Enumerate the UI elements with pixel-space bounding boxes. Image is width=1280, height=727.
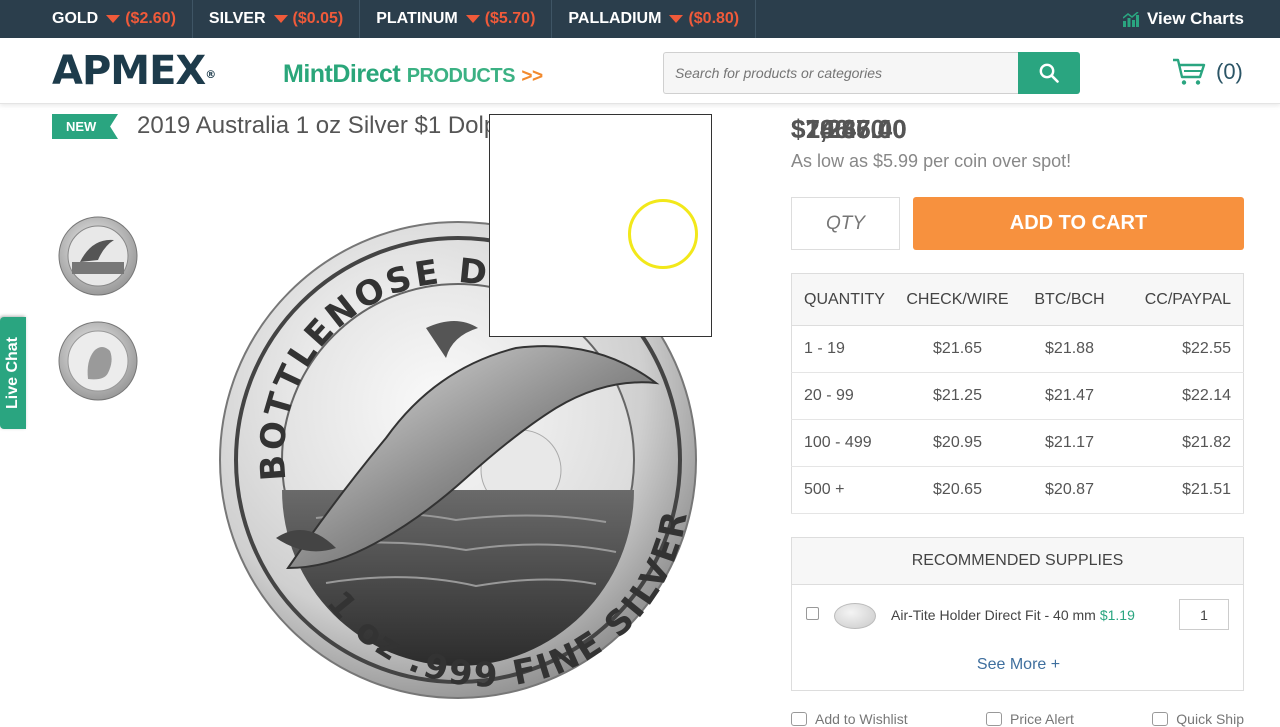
column-header: CC/PAYPAL <box>1123 273 1244 326</box>
cursor-highlight <box>628 199 698 269</box>
table-header-row: QUANTITY CHECK/WIRE BTC/BCH CC/PAYPAL <box>791 273 1244 326</box>
wishlist-label: Add to Wishlist <box>815 711 908 727</box>
mintdirect-label: MintDirect <box>283 60 401 88</box>
ticker-name: GOLD <box>52 10 99 27</box>
add-to-cart-button[interactable]: ADD TO CART <box>913 197 1244 250</box>
table-row: 500 + $20.65 $20.87 $21.51 <box>791 466 1244 514</box>
table-cell: 500 + <box>791 466 900 514</box>
ticker-name: PALLADIUM <box>568 10 662 27</box>
quick-ship-label: Quick Ship <box>1176 711 1244 727</box>
apmex-logo[interactable]: APMEX® <box>52 51 216 91</box>
supply-item: Air-Tite Holder Direct Fit - 40 mm $1.19 <box>792 585 1243 647</box>
supply-checkbox[interactable] <box>806 607 819 620</box>
bell-icon <box>986 712 1003 726</box>
supply-quantity-input[interactable] <box>1179 599 1229 630</box>
column-header: QUANTITY <box>791 273 900 326</box>
view-charts-link[interactable]: View Charts <box>1122 9 1244 29</box>
coin-obverse-thumbnail <box>58 321 138 401</box>
bar-chart-icon <box>1122 11 1139 27</box>
down-arrow-icon <box>465 15 480 23</box>
table-cell: $21.51 <box>1123 466 1244 514</box>
spot-price-ticker: GOLD $1,247.40 ($2.60) SILVER $14.66 ($0… <box>0 0 1280 144</box>
down-arrow-icon <box>669 15 684 23</box>
table-cell: $22.14 <box>1123 372 1244 420</box>
supply-item-price: $1.19 <box>1099 607 1135 623</box>
table-cell: $21.25 <box>899 372 1016 420</box>
supplies-heading: RECOMMENDED SUPPLIES <box>792 538 1243 585</box>
as-low-as-text: As low as $5.99 per coin over spot! <box>791 151 1072 171</box>
thumbnail-reverse[interactable] <box>58 216 138 296</box>
table-row: 100 - 499 $20.95 $21.17 $21.82 <box>791 419 1244 467</box>
double-chevron-icon: >> <box>521 66 543 87</box>
down-arrow-icon <box>106 15 121 23</box>
ticker-silver[interactable]: SILVER $14.66 ($0.05) <box>193 0 871 144</box>
add-to-wishlist-link[interactable]: Add to Wishlist <box>791 711 908 727</box>
product-price: $20.65 <box>791 114 871 144</box>
heart-icon <box>791 712 807 726</box>
coin-reverse-thumbnail <box>58 216 138 296</box>
ticker-name: PLATINUM <box>376 10 458 27</box>
cart-button[interactable]: (0) <box>1172 58 1243 86</box>
table-cell: $21.47 <box>1015 372 1124 420</box>
recommended-supplies-panel: RECOMMENDED SUPPLIES Air-Tite Holder Dir… <box>791 537 1244 691</box>
table-cell: 1 - 19 <box>791 325 900 373</box>
volume-pricing-table: QUANTITY CHECK/WIRE BTC/BCH CC/PAYPAL 1 … <box>791 273 1244 514</box>
search-icon <box>1039 63 1059 83</box>
product-actions: Add to Wishlist Price Alert Quick Ship <box>791 711 1244 727</box>
down-arrow-icon <box>273 15 288 23</box>
cart-icon <box>1173 58 1206 85</box>
quantity-input[interactable] <box>791 197 900 250</box>
ticker-change: ($0.80) <box>688 10 740 27</box>
table-row: 1 - 19 $21.65 $21.88 $22.55 <box>791 325 1244 373</box>
table-cell: $21.88 <box>1015 325 1124 373</box>
ticker-change: ($5.70) <box>484 10 536 27</box>
site-header: APMEX® MintDirect PRODUCTS >> (0) <box>0 38 1280 104</box>
ticker-change: ($0.05) <box>292 10 344 27</box>
logo-text: APMEX <box>52 48 206 94</box>
view-charts-label: View Charts <box>1146 9 1244 28</box>
see-more-link[interactable]: See More + <box>792 656 1245 674</box>
search-button[interactable] <box>1018 52 1080 94</box>
table-row: 20 - 99 $21.25 $21.47 $22.14 <box>791 372 1244 420</box>
table-cell: $20.87 <box>1015 466 1124 514</box>
price-alert-label: Price Alert <box>1010 711 1074 727</box>
ticker-gold[interactable]: GOLD $1,247.40 ($2.60) <box>0 0 907 144</box>
ticker-name: SILVER <box>208 10 266 27</box>
registered-mark: ® <box>205 68 216 81</box>
table-cell: 20 - 99 <box>791 372 900 420</box>
table-cell: $22.55 <box>1123 325 1244 373</box>
ticker-palladium[interactable]: PALLADIUM $1,235.00 ($0.80) <box>552 0 907 144</box>
products-label: PRODUCTS <box>406 65 516 87</box>
mintdirect-products-link[interactable]: MintDirect PRODUCTS >> <box>283 60 543 91</box>
table-cell: $21.65 <box>899 325 1016 373</box>
column-header: CHECK/WIRE <box>899 273 1016 326</box>
table-cell: $20.65 <box>899 466 1016 514</box>
table-cell: $21.82 <box>1123 419 1244 467</box>
supply-item-name: Air-Tite Holder Direct Fit - 40 mm <box>891 607 1096 623</box>
quick-ship-link[interactable]: Quick Ship <box>1152 711 1244 727</box>
table-cell: $21.17 <box>1015 419 1124 467</box>
cart-count: (0) <box>1216 59 1243 84</box>
supply-item-link[interactable]: Air-Tite Holder Direct Fit - 40 mm $1.19 <box>891 607 1135 623</box>
column-header: BTC/BCH <box>1015 273 1124 326</box>
table-cell: 100 - 499 <box>791 419 900 467</box>
coin-holder-image <box>834 603 876 629</box>
product-title: 2019 Australia 1 oz Silver $1 Dolphin BU <box>137 112 492 139</box>
live-chat-tab[interactable]: Live Chat <box>0 317 26 429</box>
ticker-change: ($2.60) <box>125 10 176 27</box>
table-cell: $20.95 <box>899 419 1016 467</box>
box-icon <box>1152 712 1169 726</box>
thumbnail-obverse[interactable] <box>58 321 138 401</box>
new-badge: NEW <box>52 114 118 139</box>
search-input[interactable] <box>663 52 1018 94</box>
ticker-platinum[interactable]: PLATINUM $786.70 ($5.70) <box>360 0 885 144</box>
price-alert-link[interactable]: Price Alert <box>986 711 1074 727</box>
